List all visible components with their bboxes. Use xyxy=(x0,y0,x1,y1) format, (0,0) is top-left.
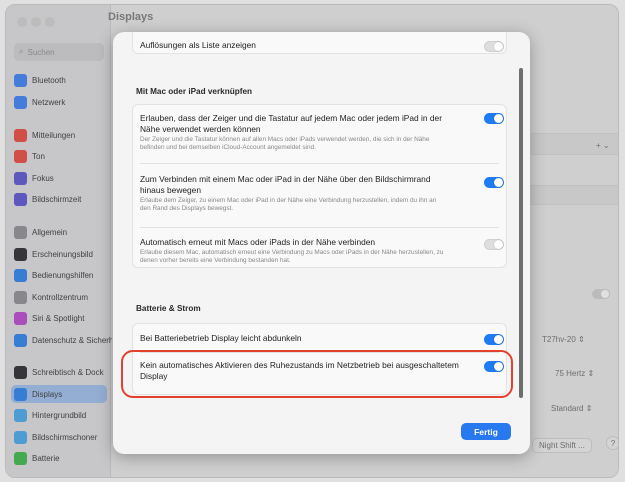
resolution-list-toggle[interactable] xyxy=(484,41,504,52)
pointer-keyboard-toggle[interactable] xyxy=(484,113,504,124)
divider xyxy=(140,163,499,164)
dim-on-battery-toggle[interactable] xyxy=(484,334,504,345)
auto-reconnect-row: Automatisch erneut mit Macs oder iPads i… xyxy=(140,237,444,265)
section-heading-battery: Batterie & Strom xyxy=(136,304,201,313)
edge-push-row: Zum Verbinden mit einem Mac oder iPad in… xyxy=(140,174,437,213)
dim-on-battery-row: Bei Batteriebetrieb Display leicht abdun… xyxy=(140,333,302,343)
divider xyxy=(140,227,499,228)
auto-reconnect-toggle[interactable] xyxy=(484,239,504,250)
resolution-list-row: Auflösungen als Liste anzeigen xyxy=(140,40,256,50)
section-heading-link: Mit Mac oder iPad verknüpfen xyxy=(136,87,253,96)
edge-push-toggle[interactable] xyxy=(484,177,504,188)
highlight-annotation xyxy=(121,350,513,398)
done-button[interactable]: Fertig xyxy=(461,423,511,440)
sheet-scrollbar[interactable] xyxy=(519,68,523,398)
pointer-keyboard-row: Erlauben, dass der Zeiger und die Tastat… xyxy=(140,113,442,152)
